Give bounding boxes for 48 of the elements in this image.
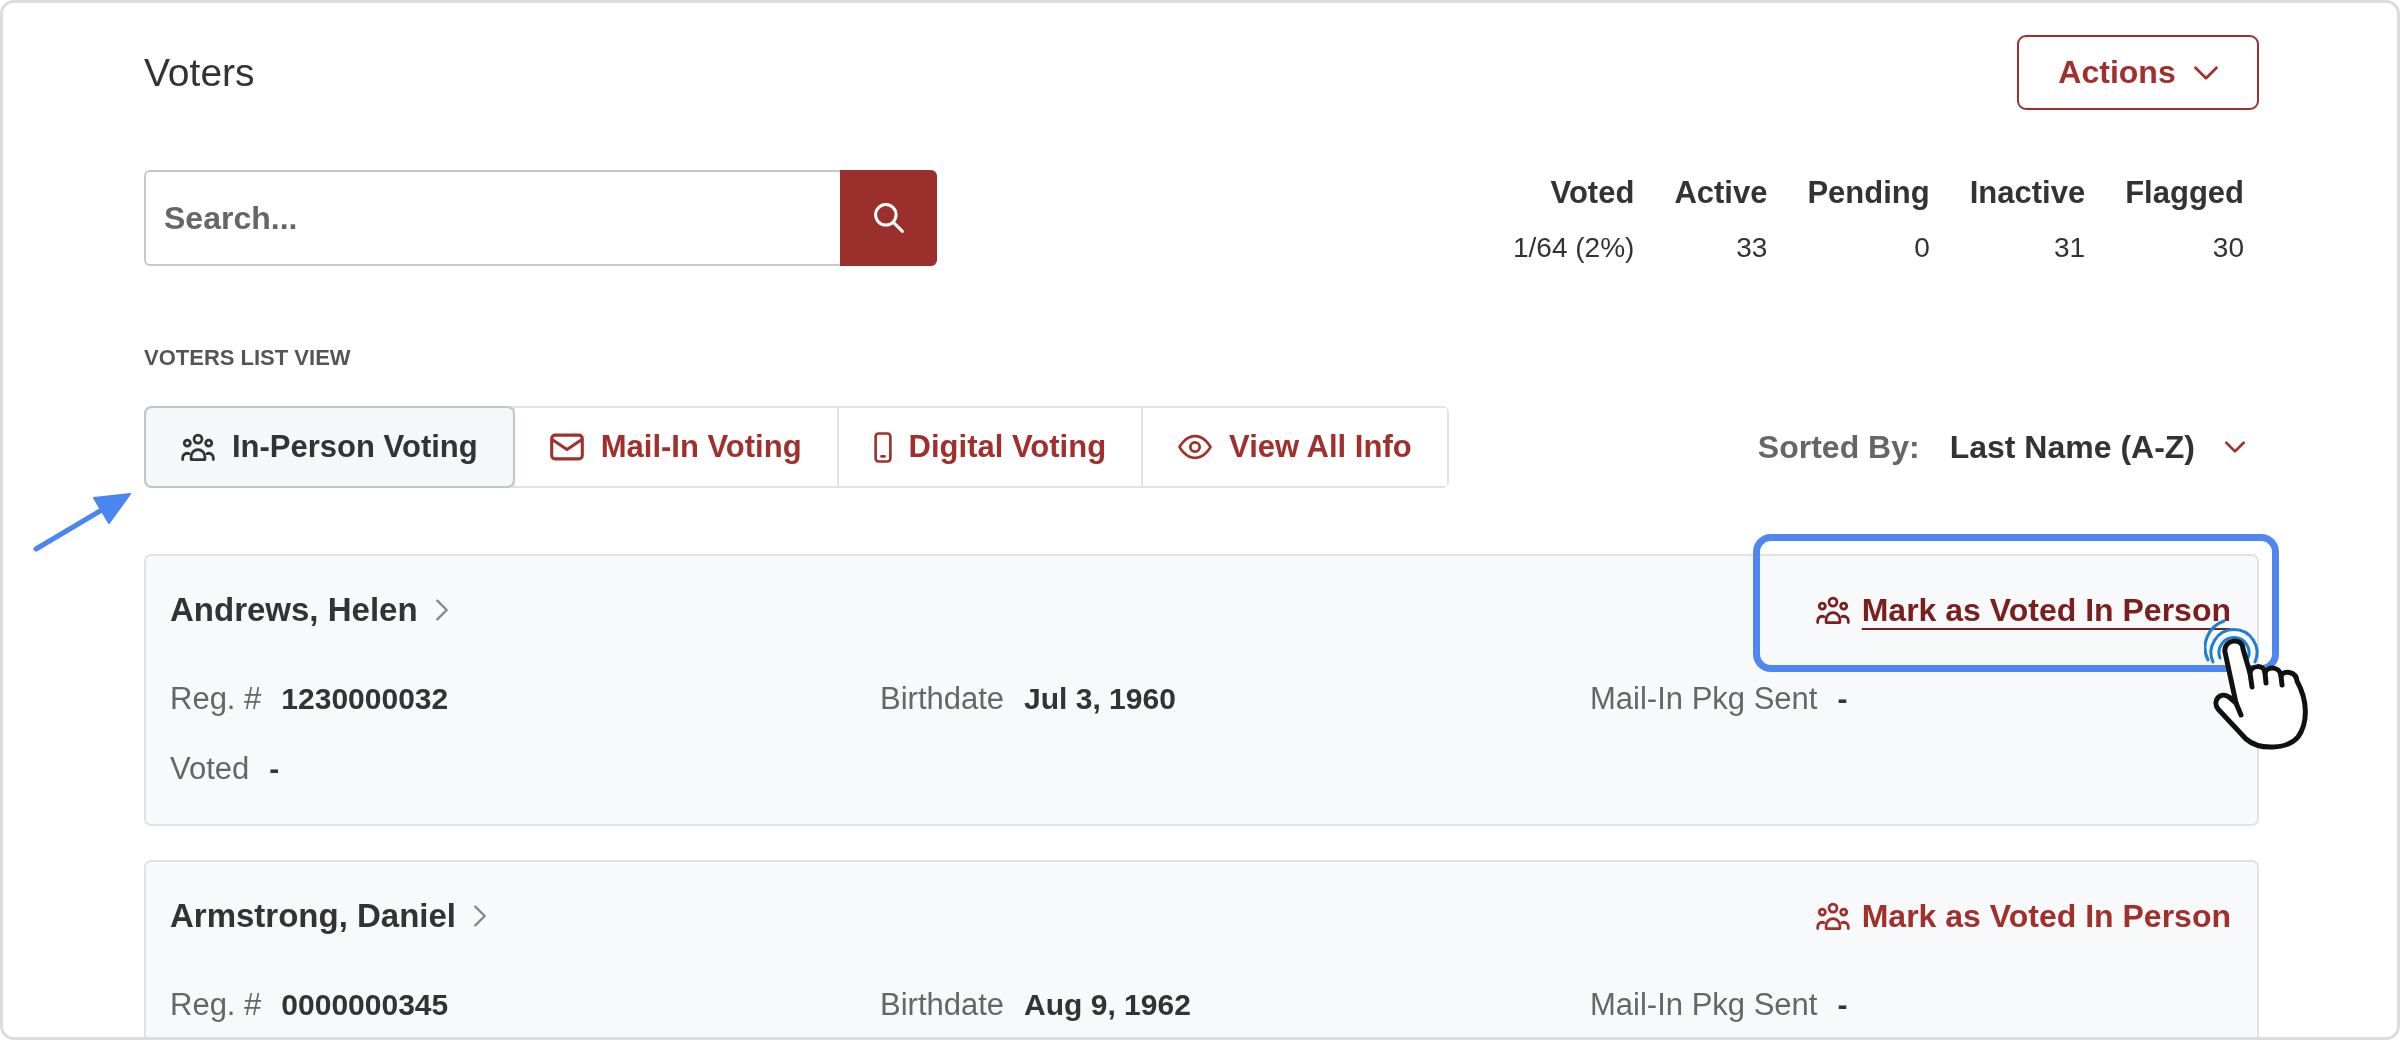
stat-value: 31 (2053, 231, 2086, 265)
stat-label: Inactive (1969, 174, 2086, 212)
stat-label: Active (1674, 174, 1768, 212)
mark-voted-link[interactable]: Mark as Voted In Person (1815, 590, 2231, 630)
people-icon (1815, 596, 1850, 624)
field-label: Mail-In Pkg Sent (1590, 987, 1818, 1023)
field-label: Birthdate (880, 681, 1005, 717)
voter-name-link[interactable]: Armstrong, Daniel (170, 896, 487, 936)
search-button[interactable] (840, 170, 937, 266)
field-value: 0000000345 (281, 987, 449, 1023)
field-label: Reg. # (170, 987, 262, 1023)
stat-value: 33 (1735, 231, 1768, 265)
actions-button[interactable]: Actions (2017, 35, 2259, 110)
stat-label: Voted (1549, 174, 1635, 212)
field-label: Voted (170, 751, 250, 787)
search-icon (873, 203, 904, 233)
mark-voted-link[interactable]: Mark as Voted In Person (1815, 896, 2231, 936)
chevron-right-icon (435, 599, 448, 621)
stat-label: Pending (1807, 174, 1930, 212)
search-field[interactable]: Search... (144, 170, 840, 266)
section-heading: VOTERS LIST VIEW (144, 346, 352, 370)
chevron-down-icon (2225, 441, 2245, 453)
sort-label: Sorted By: (1757, 428, 1920, 466)
stat-value: 1/64 (2%) (1512, 231, 1635, 265)
people-icon (181, 433, 215, 461)
stat-value: 30 (2211, 231, 2244, 265)
stat-label: Flagged (2125, 174, 2244, 212)
chevron-down-icon (2193, 65, 2218, 80)
field-value: Aug 9, 1962 (1024, 987, 1191, 1023)
field-label: Mail-In Pkg Sent (1590, 681, 1818, 717)
stat-value: 0 (1913, 231, 1930, 265)
field-label: Birthdate (880, 987, 1005, 1023)
page-title: Voters (144, 49, 255, 96)
envelope-icon (549, 433, 584, 461)
sort-dropdown[interactable]: Last Name (A-Z) (1949, 428, 2245, 466)
field-value: - (1837, 681, 1848, 717)
field-value: 1230000032 (281, 681, 449, 717)
field-value: Jul 3, 1960 (1024, 681, 1176, 717)
voter-name-link[interactable]: Andrews, Helen (170, 590, 448, 630)
tab[interactable]: In-Person Voting (146, 408, 513, 486)
field-value: - (1837, 987, 1848, 1023)
eye-icon (1178, 433, 1213, 461)
field-label: Reg. # (170, 681, 262, 717)
field-value: - (269, 751, 280, 787)
people-icon (1815, 902, 1850, 930)
tab[interactable]: View All Info (1141, 408, 1447, 486)
chevron-right-icon (474, 905, 487, 927)
phone-icon (873, 431, 892, 463)
